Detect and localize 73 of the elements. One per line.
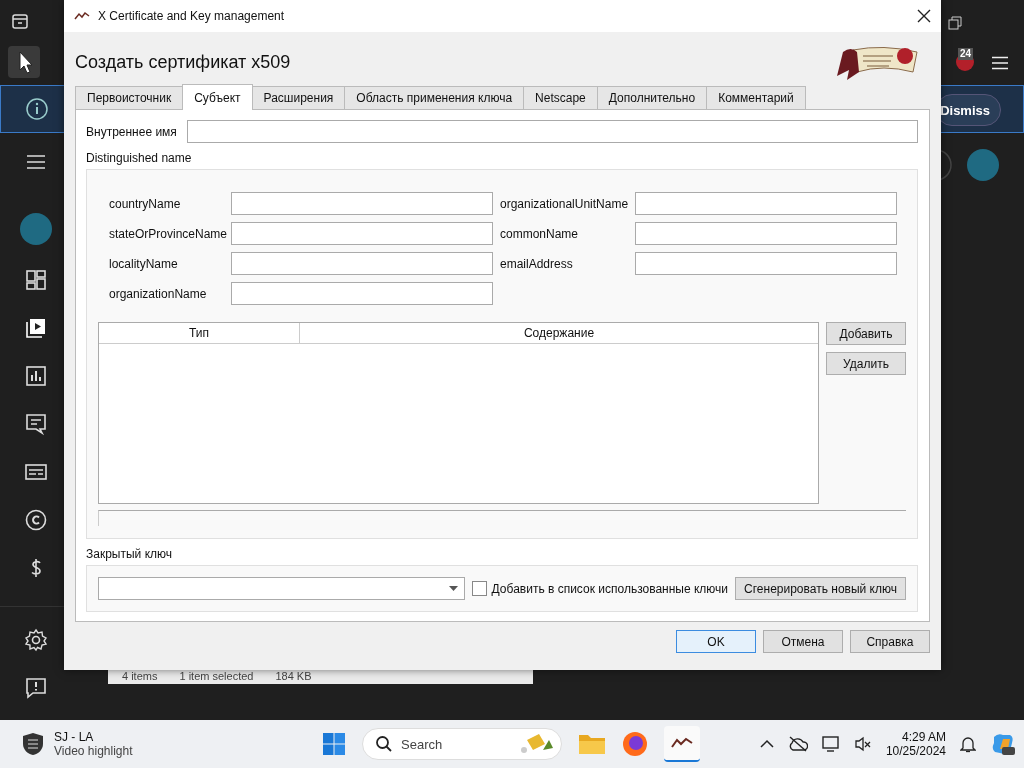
feedback-icon[interactable] — [24, 676, 48, 700]
horizontal-scrollbar[interactable] — [98, 510, 906, 526]
news-subtitle[interactable]: Video highlight — [54, 744, 133, 758]
dialog-button[interactable]: OK — [676, 630, 756, 653]
tab[interactable]: Первоисточник — [75, 86, 184, 109]
settings-icon[interactable] — [24, 628, 48, 652]
browser-icon[interactable] — [622, 731, 648, 757]
table-button[interactable]: Добавить — [826, 322, 906, 345]
tab[interactable]: Субъект — [182, 84, 253, 110]
search-field[interactable]: Search — [362, 728, 562, 760]
menu-icon[interactable] — [992, 56, 1008, 70]
field-label: organizationName — [108, 286, 208, 301]
field-label: localityName — [108, 256, 179, 271]
input-field[interactable] — [635, 192, 897, 215]
generate-key-button[interactable]: Сгенерировать новый ключ — [735, 577, 906, 600]
windows-icon[interactable] — [322, 732, 346, 756]
input-field[interactable] — [635, 222, 897, 245]
copyright-icon[interactable] — [24, 508, 48, 532]
bell-icon[interactable] — [960, 735, 976, 753]
news-title[interactable]: SJ - LA — [54, 730, 133, 744]
input-field[interactable] — [231, 252, 493, 275]
shield-icon[interactable] — [22, 732, 44, 756]
comment-icon[interactable] — [24, 412, 48, 436]
window-title: X Certificate and Key management — [98, 9, 285, 23]
input-field[interactable] — [635, 252, 897, 275]
dialog-button[interactable]: Отмена — [763, 630, 843, 653]
table-button[interactable]: Удалить — [826, 352, 906, 375]
tab[interactable]: Область применения ключа — [344, 86, 525, 109]
clock-date[interactable]: 10/25/2024 — [885, 744, 946, 758]
group-title: Distinguished name — [86, 151, 193, 165]
input-field[interactable] — [231, 282, 493, 305]
chevron-up-icon[interactable] — [759, 739, 774, 749]
cloud-icon[interactable] — [787, 736, 808, 752]
copilot-icon[interactable] — [990, 731, 1016, 757]
app-icon — [671, 737, 693, 749]
info-icon — [25, 97, 49, 121]
item-count: 4 items — [122, 669, 158, 684]
input-field[interactable] — [231, 192, 493, 215]
app-icon — [74, 11, 90, 21]
input-field[interactable] — [231, 222, 493, 245]
play-icon[interactable] — [24, 316, 48, 340]
menu-icon[interactable] — [26, 154, 46, 170]
tab[interactable]: Netscape — [523, 86, 598, 109]
monitor-icon[interactable] — [821, 735, 840, 753]
dialog-button[interactable]: Справка — [850, 630, 930, 653]
field-label: emailAddress — [500, 256, 574, 271]
archive-icon[interactable] — [11, 12, 29, 30]
tab[interactable]: Расширения — [251, 86, 346, 109]
grid-icon[interactable] — [24, 268, 48, 292]
field-label: Внутреннее имя — [86, 124, 177, 139]
clock-time[interactable]: 4:29 AM — [901, 730, 946, 744]
dialog-heading: Создать сертификат x509 — [75, 51, 291, 73]
checkbox[interactable] — [471, 581, 487, 596]
group-title: Закрытый ключ — [86, 547, 173, 561]
restore-icon[interactable] — [948, 16, 962, 30]
field-label: stateOrProvinceName — [108, 226, 229, 241]
checkbox-label: Добавить в список использованные ключи — [491, 581, 729, 596]
selection-info: 1 item selected — [179, 669, 254, 684]
cursor-icon[interactable] — [8, 46, 40, 78]
field-label: countryName — [108, 196, 182, 211]
taskbar-app[interactable] — [664, 726, 700, 762]
caret-icon — [448, 586, 458, 591]
chart-icon[interactable] — [24, 364, 48, 388]
file-size: 184 KB — [275, 669, 312, 684]
input-field[interactable] — [186, 120, 918, 143]
field-label: commonName — [500, 226, 580, 241]
speaker-muted-icon[interactable] — [853, 735, 872, 753]
search-icon — [375, 735, 393, 753]
tab[interactable]: Дополнительно — [596, 86, 708, 109]
notification-badge: 24 — [958, 48, 974, 60]
tab[interactable]: Комментарий — [706, 86, 806, 109]
close-icon[interactable] — [917, 9, 931, 23]
field-label: organizationalUnitName — [500, 196, 630, 211]
